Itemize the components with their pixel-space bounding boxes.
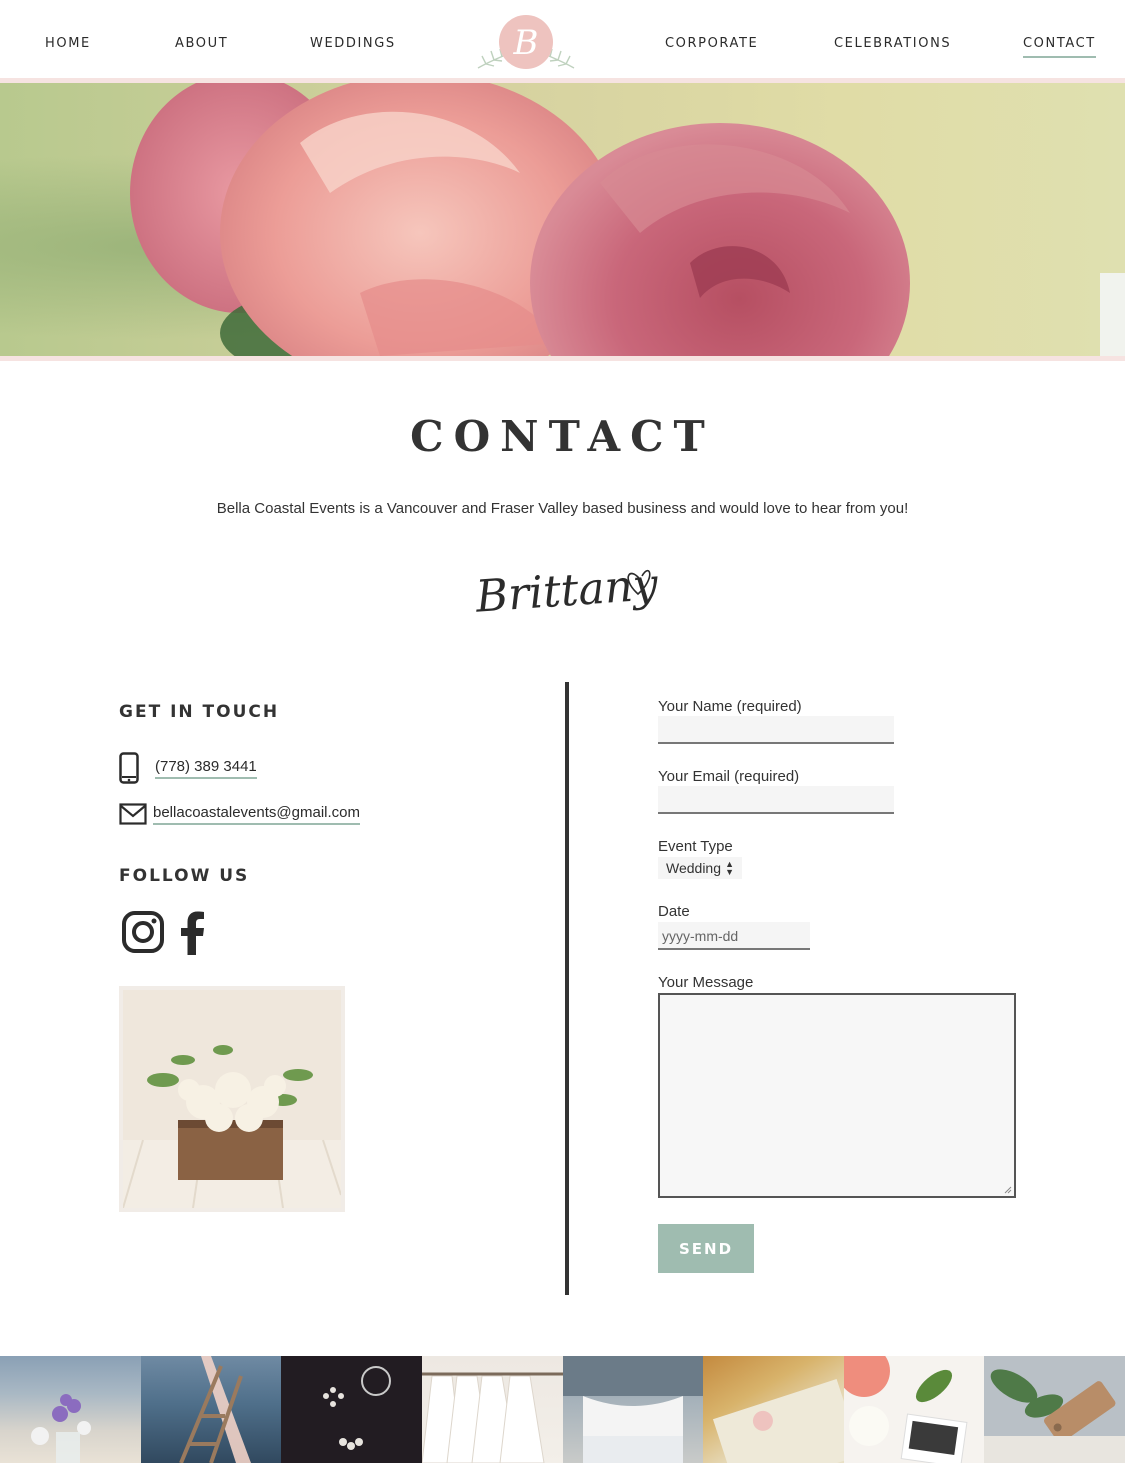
gallery-photo-love-tag[interactable] <box>984 1356 1125 1463</box>
nav-celebrations[interactable]: CELEBRATIONS <box>834 36 951 51</box>
signature: Brittany <box>470 548 670 643</box>
gallery-photo-head-table[interactable] <box>562 1356 704 1463</box>
instagram-icon[interactable] <box>121 910 165 959</box>
gallery-photo-polaroid[interactable] <box>843 1356 985 1463</box>
hero-divider <box>0 356 1125 361</box>
flower-box-photo <box>119 986 345 1212</box>
email-input[interactable] <box>658 786 894 814</box>
top-navigation: HOME ABOUT WEDDINGS B CORPORATE CELEBRAT… <box>0 0 1125 80</box>
roses-illustration <box>130 83 1125 356</box>
event-type-select[interactable]: Wedding ▲ ▼ <box>658 857 742 879</box>
logo-letter: B <box>513 23 539 63</box>
message-textarea[interactable] <box>658 993 1016 1198</box>
signature-text: Brittany <box>473 559 660 623</box>
event-type-label: Event Type <box>658 838 733 855</box>
column-divider <box>565 682 569 1295</box>
event-type-value: Wedding <box>666 860 722 876</box>
resize-handle-icon[interactable] <box>1004 1186 1012 1194</box>
nav-corporate[interactable]: CORPORATE <box>665 36 758 51</box>
name-label: Your Name (required) <box>658 698 802 715</box>
nav-home[interactable]: HOME <box>45 36 91 51</box>
hero-image <box>0 83 1125 356</box>
intro-text: Bella Coastal Events is a Vancouver and … <box>216 500 909 517</box>
nav-weddings[interactable]: WEDDINGS <box>310 36 396 51</box>
logo[interactable]: B <box>472 10 580 74</box>
follow-us-title: FOLLOW US <box>119 866 250 886</box>
phone-row: (778) 389 3441 <box>119 751 257 785</box>
gallery-photo-hair-accessories[interactable] <box>281 1356 422 1463</box>
phone-icon <box>119 751 147 785</box>
name-input[interactable] <box>658 716 894 744</box>
date-input[interactable]: yyyy-mm-dd <box>658 922 810 950</box>
signature-graphic: Brittany <box>473 559 660 623</box>
email-label: Your Email (required) <box>658 768 800 785</box>
email-link[interactable]: bellacoastalevents@gmail.com <box>153 804 360 825</box>
gallery-photo-beach-flowers[interactable] <box>0 1356 141 1463</box>
gallery-photo-business-cards[interactable] <box>703 1356 844 1463</box>
envelope-icon <box>119 797 147 831</box>
nav-about[interactable]: ABOUT <box>175 36 228 51</box>
message-label: Your Message <box>658 974 754 991</box>
select-arrows-icon: ▲ ▼ <box>725 859 734 877</box>
nav-contact[interactable]: CONTACT <box>1023 36 1096 58</box>
instagram-gallery <box>0 1356 1125 1463</box>
phone-link[interactable]: (778) 389 3441 <box>155 758 257 779</box>
page-title: CONTACT <box>410 412 715 461</box>
gallery-photo-dresses[interactable] <box>421 1356 563 1463</box>
send-button[interactable]: SEND <box>658 1224 754 1273</box>
email-row: bellacoastalevents@gmail.com <box>119 797 360 831</box>
get-in-touch-title: GET IN TOUCH <box>119 702 280 722</box>
gallery-photo-ladder[interactable] <box>140 1356 282 1463</box>
date-label: Date <box>658 903 690 920</box>
facebook-icon[interactable] <box>178 911 206 960</box>
logo-mark: B <box>477 15 575 69</box>
